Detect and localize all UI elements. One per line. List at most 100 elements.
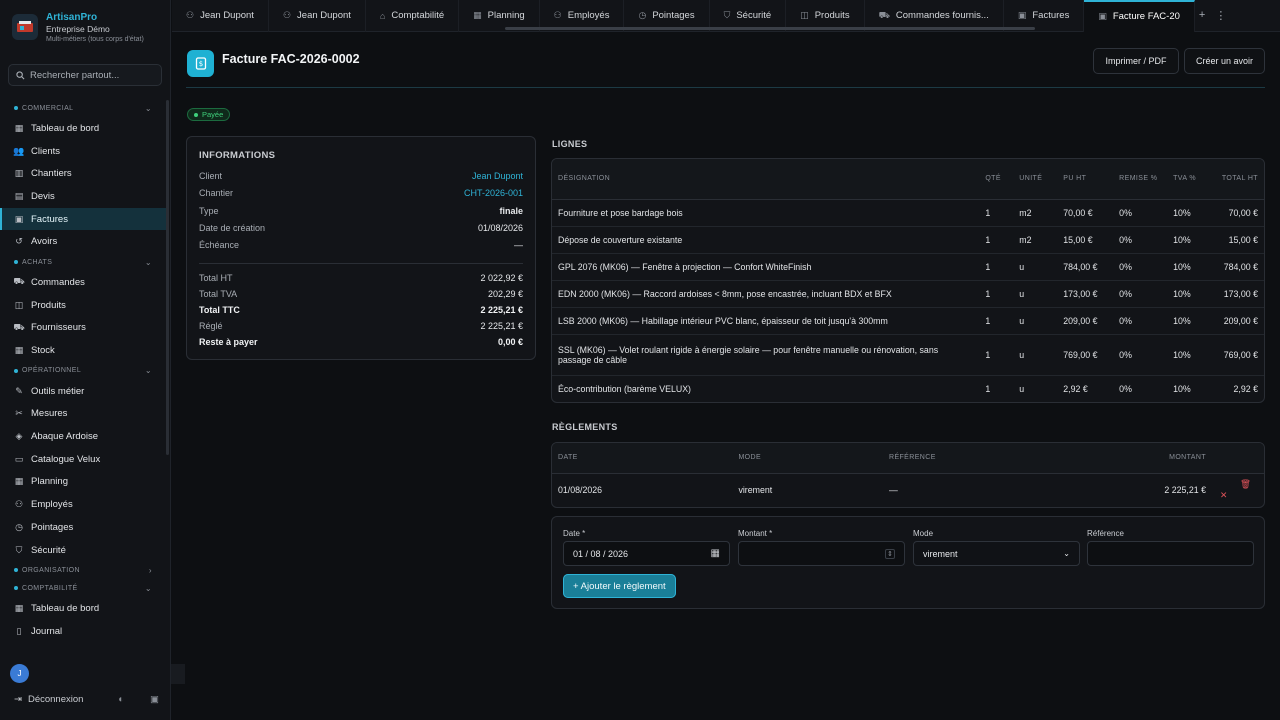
sidebar-item-label: Fournisseurs xyxy=(31,322,86,334)
sidebar-item[interactable]: ▥ Chantiers xyxy=(0,162,166,185)
nav-section-3[interactable]: ORGANISATION › xyxy=(0,561,166,579)
table-cell: LSB 2000 (MK06) — Habillage intérieur PV… xyxy=(552,307,980,335)
wrench-icon: ✎ xyxy=(15,385,23,396)
info-row: Type finale xyxy=(199,206,523,216)
table-cell: 209,00 € xyxy=(1211,307,1264,335)
table-row[interactable]: GPL 2076 (MK06) — Fenêtre à projection —… xyxy=(552,253,1264,281)
print-pdf-button[interactable]: Imprimer / PDF xyxy=(1093,48,1179,74)
stepper-icon[interactable]: ⇕ xyxy=(885,548,895,559)
table-cell: 1 xyxy=(979,280,1014,308)
chevron-right-icon: › xyxy=(148,565,152,575)
tab-label: Comptabilité xyxy=(391,10,445,21)
users-icon: 👥 xyxy=(13,145,25,156)
add-payment-button[interactable]: + Ajouter le règlement xyxy=(563,574,676,598)
sidebar-item[interactable]: ◷ Pointages xyxy=(0,516,166,539)
table-cell: 173,00 € xyxy=(1057,280,1114,308)
sidebar-item[interactable]: ⛟ Fournisseurs xyxy=(0,317,166,340)
table-cell: 2,92 € xyxy=(1233,383,1258,394)
sidebar-item[interactable]: ⛉ Sécurité xyxy=(0,539,166,562)
sidebar-item[interactable]: ▣ Factures xyxy=(0,207,166,231)
mode-select[interactable]: virement ⌄ xyxy=(913,541,1080,566)
collapse-sidebar-icon[interactable]: ▣ xyxy=(150,694,159,705)
reference-field[interactable] xyxy=(1087,541,1254,566)
info-value[interactable]: CHT-2026-001 xyxy=(464,188,523,198)
search-placeholder: Rechercher partout... xyxy=(30,69,120,81)
shield-icon: ⛉ xyxy=(723,10,731,20)
tab[interactable]: ⚇ Jean Dupont xyxy=(269,0,366,32)
new-tab-icon[interactable]: + xyxy=(1199,9,1205,22)
sidebar-item[interactable]: ▤ Devis xyxy=(0,185,166,208)
sidebar-item[interactable]: 👥 Clients xyxy=(0,140,166,163)
brand[interactable]: ArtisanPro Entreprise Démo Multi-métiers… xyxy=(12,10,144,43)
sidebar-item[interactable]: ⛟ Commandes xyxy=(0,271,166,294)
calendar-icon[interactable]: ▦ xyxy=(711,548,720,559)
sidebar-item[interactable]: ↺ Avoirs xyxy=(0,230,166,253)
tab[interactable]: ▣ Facture FAC-20 xyxy=(1084,0,1195,32)
sidebar-item-label: Clients xyxy=(31,145,61,157)
more-icon[interactable]: ⋮ xyxy=(1215,9,1226,22)
table-cell: SSL (MK06) — Volet roulant rigide à éner… xyxy=(552,334,980,376)
amount-field[interactable]: ⇕ xyxy=(738,541,905,566)
sidebar-item[interactable]: ▦ Planning xyxy=(0,471,166,494)
status-badge: Payée xyxy=(187,108,231,121)
sidebar-scrollbar[interactable] xyxy=(166,100,169,455)
column-header: UNITÉ xyxy=(1013,159,1058,200)
sidebar-item[interactable]: ✂ Mesures xyxy=(0,403,166,426)
info-row: Client Jean Dupont xyxy=(199,171,523,181)
team-icon: ⚇ xyxy=(553,10,562,20)
date-field[interactable]: 01 / 08 / 2026 ▦ xyxy=(563,541,730,566)
info-key: Type xyxy=(199,205,219,216)
table-row[interactable]: Fourniture et pose bardage bois 1 m2 70,00 … xyxy=(552,199,1264,227)
status-dot xyxy=(194,112,198,117)
total-row: Reste à payer 0,00 € xyxy=(199,337,523,347)
info-value[interactable]: Jean Dupont xyxy=(472,171,523,181)
sidebar-item-label: Tableau de bord xyxy=(31,122,100,134)
ruler-icon: ✂ xyxy=(15,408,23,419)
nav-section-label: COMMERCIAL xyxy=(22,104,74,112)
nav-section-2[interactable]: OPÉRATIONNEL ⌄ xyxy=(0,362,166,380)
sidebar-item[interactable]: ▦ Tableau de bord xyxy=(0,117,166,140)
tab[interactable]: ⌂ Comptabilité xyxy=(366,0,460,32)
sidebar-item[interactable]: ▦ Tableau de bord xyxy=(0,597,166,620)
close-icon[interactable]: ✕ xyxy=(1220,490,1227,500)
sidebar-item-label: Produits xyxy=(31,299,66,311)
nav-section-0[interactable]: COMMERCIAL ⌄ xyxy=(0,99,166,117)
table-row[interactable]: Dépose de couverture existante 1 m2 15,00 €… xyxy=(552,226,1264,254)
table-row[interactable]: LSB 2000 (MK06) — Habillage intérieur PV… xyxy=(552,307,1264,335)
sidebar-item-label: Commandes xyxy=(31,276,85,288)
chevron-down-icon: ⌄ xyxy=(144,366,152,376)
invoice-icon: ▣ xyxy=(1098,11,1107,21)
table-row[interactable]: EDN 2000 (MK06) — Raccord ardoises < 8mm… xyxy=(552,280,1264,308)
trash-icon[interactable]: 🗑 xyxy=(1240,479,1251,489)
tab[interactable]: ⚇ Jean Dupont xyxy=(172,0,269,32)
title-divider xyxy=(186,87,1265,88)
section-dot xyxy=(14,368,18,373)
create-credit-note-button[interactable]: Créer un avoir xyxy=(1184,48,1265,74)
search-input[interactable]: Rechercher partout... xyxy=(8,64,162,86)
sidebar-item-label: Abaque Ardoise xyxy=(31,431,99,443)
nav-section-1[interactable]: ACHATS ⌄ xyxy=(0,253,166,271)
info-value: finale xyxy=(499,205,523,216)
nav-section-4[interactable]: COMPTABILITÉ ⌄ xyxy=(0,579,166,597)
tab-bar-scrollbar[interactable] xyxy=(505,27,1035,30)
table-cell: 784,00 € xyxy=(1211,253,1264,281)
sidebar-item[interactable]: ◈ Abaque Ardoise xyxy=(0,425,166,448)
nav-section-label: ACHATS xyxy=(22,258,53,266)
avatar[interactable]: J xyxy=(10,664,29,683)
column-header: TOTAL HT xyxy=(1211,159,1264,200)
dashboard-icon: ▦ xyxy=(14,603,24,614)
sidebar-item[interactable]: ▯ Journal xyxy=(0,620,166,643)
table-row[interactable]: SSL (MK06) — Volet roulant rigide à éner… xyxy=(552,334,1264,376)
logout-button[interactable]: Déconnexion xyxy=(28,694,83,705)
sidebar-item[interactable]: ✎ Outils métier xyxy=(0,380,166,403)
tab-label: Jean Dupont xyxy=(297,10,351,21)
sidebar-item[interactable]: ▦ Stock xyxy=(0,339,166,362)
sidebar-item[interactable]: ▭ Catalogue Velux xyxy=(0,448,166,471)
sidebar-item[interactable]: ⚇ Employés xyxy=(0,493,166,516)
sidebar-item[interactable]: ◫ Produits xyxy=(0,294,166,317)
table-cell: 0% xyxy=(1113,280,1168,308)
theme-toggle-icon[interactable]: ◐ xyxy=(118,694,124,705)
column-header: PU HT xyxy=(1057,159,1114,200)
table-row[interactable]: Éco-contribution (barème VELUX) 1 u 2,92 € 0… xyxy=(552,375,1264,402)
info-title: INFORMATIONS xyxy=(199,150,276,161)
